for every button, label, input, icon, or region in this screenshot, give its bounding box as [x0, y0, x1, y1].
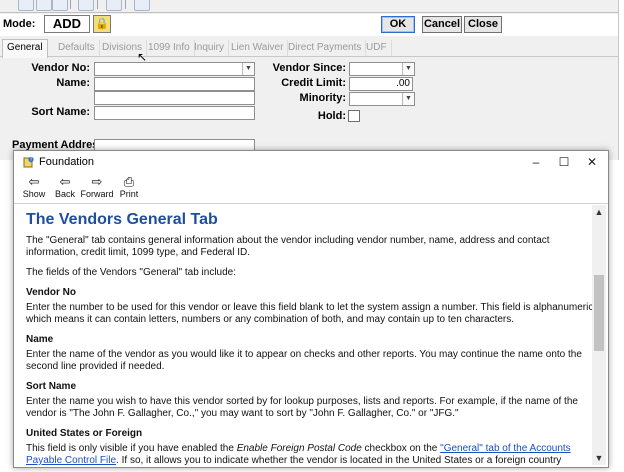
ok-button[interactable]: OK	[381, 16, 415, 33]
section-title-name: Name	[26, 334, 54, 345]
tab-defaults[interactable]: Defaults	[54, 40, 100, 56]
toolbar-separator	[97, 0, 98, 9]
printer-icon: ⎙	[123, 174, 135, 189]
section-title-vendor-no: Vendor No	[26, 287, 77, 298]
tab-direct-payments[interactable]: Direct Payments	[284, 40, 367, 56]
maximize-icon[interactable]: ☐	[550, 153, 578, 171]
foreign-text-em: Enable Foreign Postal Code	[236, 443, 362, 454]
svg-text:?: ?	[30, 157, 32, 162]
credit-limit-field[interactable]: .00	[349, 77, 413, 91]
chevron-down-icon: ▼	[402, 93, 414, 105]
name-line2-field[interactable]	[94, 91, 255, 105]
name-field[interactable]	[94, 77, 255, 91]
section-body-sort-name: Enter the name you wish to have this ven…	[26, 396, 578, 419]
lock-icon[interactable]: 🔒	[93, 15, 111, 33]
help-intro2: The fields of the Vendors "General" tab …	[26, 267, 237, 278]
scroll-down-icon[interactable]: ▼	[592, 451, 606, 465]
minimize-icon[interactable]: –	[522, 153, 550, 171]
back-button[interactable]: ⇦ Back	[54, 174, 76, 200]
toolbar-icon-4[interactable]	[78, 0, 94, 11]
mode-bar: Mode: ADD 🔒 OK Cancel Close	[0, 14, 618, 36]
section-body-name: Enter the name of the vendor as you woul…	[26, 349, 582, 372]
sort-name-field[interactable]	[94, 106, 255, 120]
back-arrow-icon: ⇦	[59, 174, 71, 189]
vendor-since-select[interactable]: ▼	[349, 62, 415, 76]
section-body-foreign: This field is only visible if you have e…	[26, 443, 602, 465]
chevron-down-icon: ▼	[242, 63, 254, 75]
toolbar-icon-6[interactable]	[134, 0, 150, 11]
toolbar-icon-2[interactable]	[36, 0, 52, 11]
help-heading: The Vendors General Tab	[26, 211, 218, 228]
help-scrollbar[interactable]: ▲ ▼	[592, 205, 606, 465]
foreign-text-before: This field is only visible if you have e…	[26, 443, 237, 454]
close-icon[interactable]: ✕	[578, 153, 606, 171]
help-window-title: Foundation	[39, 156, 95, 168]
top-toolbar	[0, 0, 618, 13]
help-toolbar: ⇦ Show ⇦ Back ⇨ Forward ⎙ Print	[14, 173, 608, 204]
help-intro: The "General" tab contains general infor…	[26, 235, 550, 258]
tab-lien-waiver[interactable]: Lien Waiver	[227, 40, 289, 56]
forward-arrow-icon: ⇨	[91, 174, 103, 189]
help-content: The Vendors General Tab The "General" ta…	[16, 205, 602, 465]
toolbar-icon-5[interactable]	[106, 0, 122, 11]
tab-general[interactable]: General	[2, 39, 48, 58]
print-label: Print	[119, 189, 139, 199]
help-titlebar: ? Foundation – ☐ ✕	[14, 151, 608, 173]
name-label: Name:	[56, 77, 90, 89]
credit-limit-label: Credit Limit:	[281, 77, 346, 89]
toolbar-separator	[125, 0, 126, 9]
section-title-sort-name: Sort Name	[26, 381, 77, 392]
show-label: Show	[22, 189, 46, 199]
vendor-no-label: Vendor No:	[31, 62, 90, 74]
mode-value: ADD	[44, 15, 90, 33]
help-app-icon: ?	[23, 156, 34, 168]
tab-udf[interactable]: UDF	[362, 40, 392, 56]
mode-label: Mode:	[3, 18, 36, 30]
sort-name-label: Sort Name:	[31, 106, 90, 118]
tab-1099-info[interactable]: 1099 Info	[144, 40, 195, 56]
show-icon: ⇦	[28, 174, 40, 189]
help-window: ? Foundation – ☐ ✕ ⇦ Show ⇦ Back ⇨ Forwa…	[13, 150, 609, 468]
minority-select[interactable]: ▼	[349, 92, 415, 106]
cancel-button[interactable]: Cancel	[422, 16, 462, 33]
hold-checkbox[interactable]	[348, 110, 360, 122]
scroll-up-icon[interactable]: ▲	[592, 205, 606, 219]
section-body-vendor-no: Enter the number to be used for this ven…	[26, 302, 597, 325]
tab-strip: General Defaults Divisions 1099 Info Inq…	[0, 38, 618, 58]
section-title-foreign: United States or Foreign	[26, 428, 143, 439]
chevron-down-icon: ▼	[402, 63, 414, 75]
forward-button[interactable]: ⇨ Forward	[80, 174, 114, 200]
minority-label: Minority:	[299, 92, 346, 104]
print-button[interactable]: ⎙ Print	[118, 174, 140, 200]
close-button[interactable]: Close	[464, 16, 502, 33]
vendor-no-select[interactable]: ▼	[94, 62, 255, 76]
vendor-form-window: Mode: ADD 🔒 OK Cancel Close General Defa…	[0, 0, 619, 160]
vendor-since-label: Vendor Since:	[272, 62, 346, 74]
forward-label: Forward	[80, 189, 114, 199]
tab-inquiry[interactable]: Inquiry	[190, 40, 230, 56]
foreign-text-mid: checkbox on the	[361, 443, 441, 454]
back-label: Back	[54, 189, 75, 199]
scrollbar-thumb[interactable]	[594, 275, 604, 351]
toolbar-icon-3[interactable]	[52, 0, 68, 11]
toolbar-icon-1[interactable]	[18, 0, 34, 11]
show-button[interactable]: ⇦ Show	[22, 174, 46, 200]
toolbar-separator	[70, 0, 71, 9]
hold-label: Hold:	[317, 110, 346, 122]
